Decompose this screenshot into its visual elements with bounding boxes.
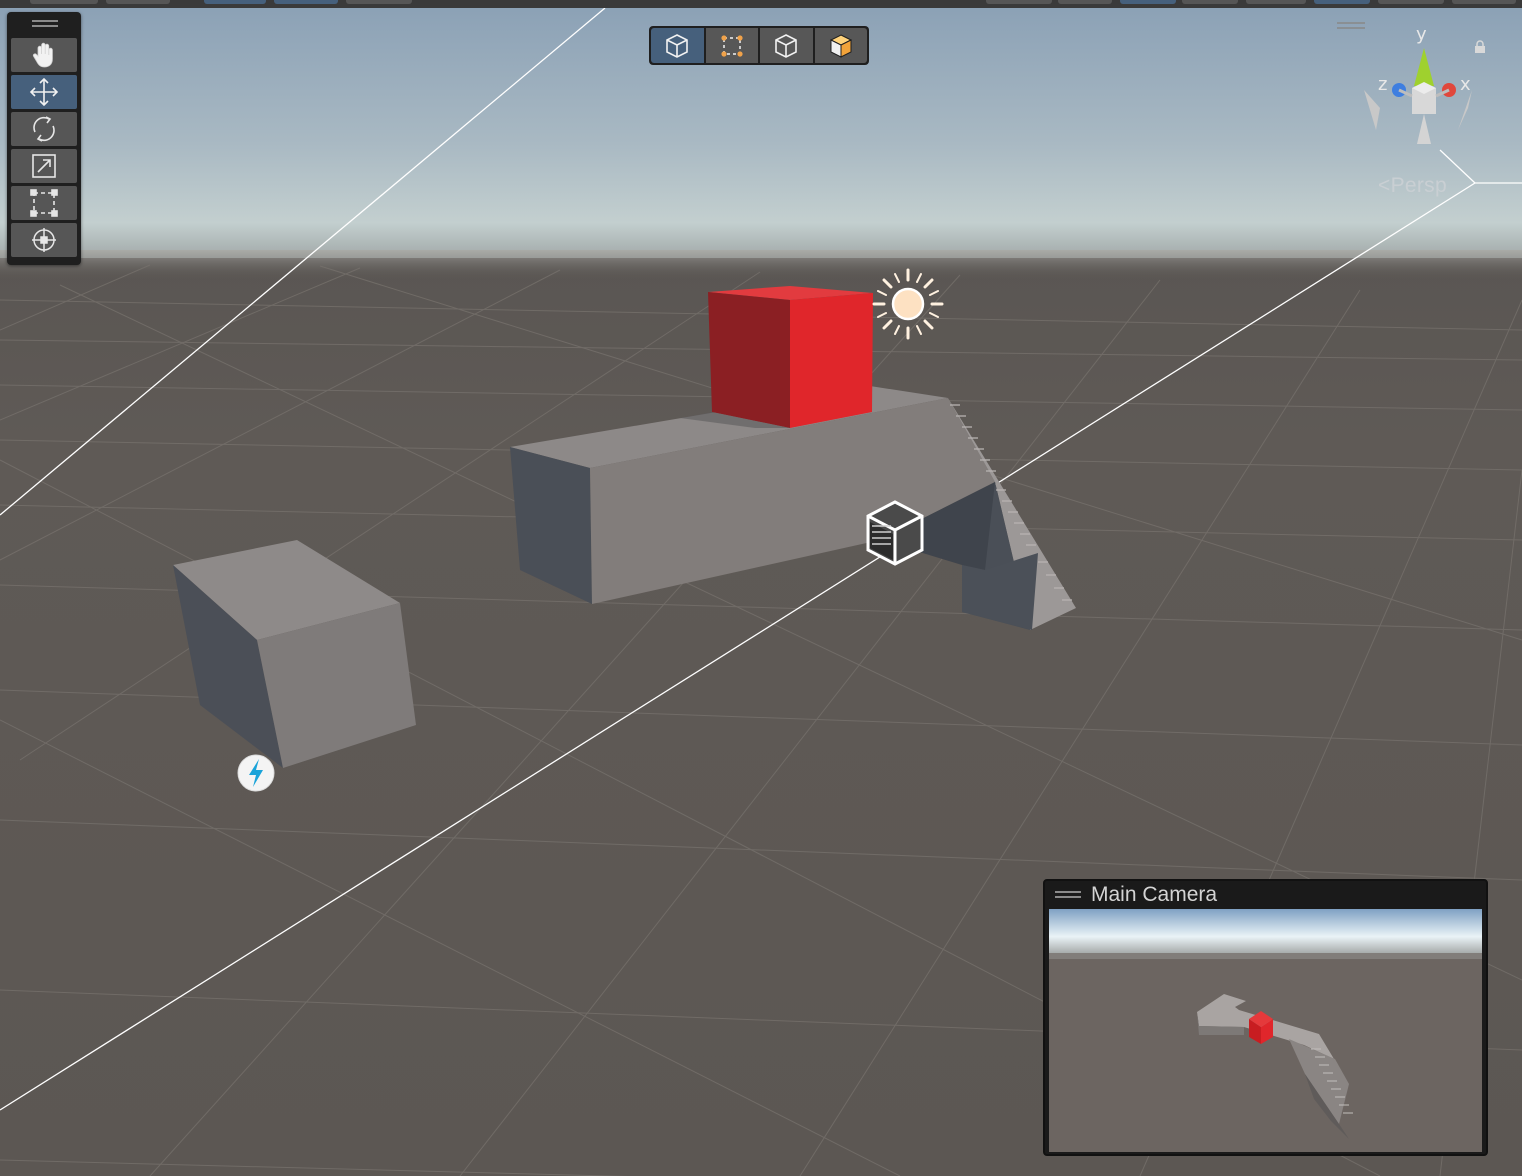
- move-tool-button[interactable]: [11, 75, 77, 109]
- gizmo-drag-handle[interactable]: [1337, 22, 1365, 30]
- rect-icon: [30, 189, 58, 217]
- projection-toggle[interactable]: <Persp: [1378, 174, 1447, 198]
- bounds-icon: [721, 34, 743, 57]
- top-strip: [0, 0, 1522, 8]
- shaded-mode-button[interactable]: [651, 28, 704, 63]
- gizmo-z-label: z: [1378, 74, 1388, 95]
- camera-gizmo-icon[interactable]: [862, 498, 928, 570]
- gizmo-x-label: x: [1460, 74, 1471, 95]
- projection-label: Persp: [1390, 174, 1447, 197]
- solid-cube-icon: [829, 33, 852, 58]
- palette-drag-handle[interactable]: [32, 20, 58, 28]
- rotate-icon: [33, 116, 55, 142]
- scale-tool-button[interactable]: [11, 149, 77, 183]
- rect-tool-button[interactable]: [11, 186, 77, 220]
- transform-icon: [32, 228, 56, 252]
- solid-mode-button[interactable]: [814, 28, 867, 63]
- gizmo-y-label: y: [1416, 24, 1427, 45]
- wire-cube-icon: [775, 33, 798, 58]
- cube-outline-icon: [666, 33, 689, 58]
- move-icon: [29, 77, 59, 107]
- rotate-tool-button[interactable]: [11, 112, 77, 146]
- view-mode-toolbar: [649, 26, 869, 65]
- camera-preview-title: Main Camera: [1091, 883, 1218, 906]
- directional-light-icon[interactable]: [872, 268, 944, 340]
- chevron-left-icon: <: [1378, 174, 1391, 197]
- axis-cones: [1364, 48, 1472, 144]
- bounds-mode-button[interactable]: [705, 28, 758, 63]
- hand-tool-button[interactable]: [11, 38, 77, 72]
- lightning-icon[interactable]: [236, 753, 276, 793]
- wire-mode-button[interactable]: [760, 28, 813, 63]
- camera-preview-header[interactable]: Main Camera: [1045, 881, 1486, 909]
- camera-preview-render: [1049, 909, 1482, 1152]
- hand-icon: [32, 42, 53, 68]
- camera-preview-panel[interactable]: Main Camera: [1043, 879, 1488, 1156]
- transform-tool-button[interactable]: [11, 223, 77, 257]
- drag-handle-icon: [1055, 889, 1081, 901]
- orientation-gizmo[interactable]: y z x <Persp: [1337, 18, 1502, 203]
- scale-icon: [32, 154, 56, 178]
- tools-palette: [7, 12, 81, 265]
